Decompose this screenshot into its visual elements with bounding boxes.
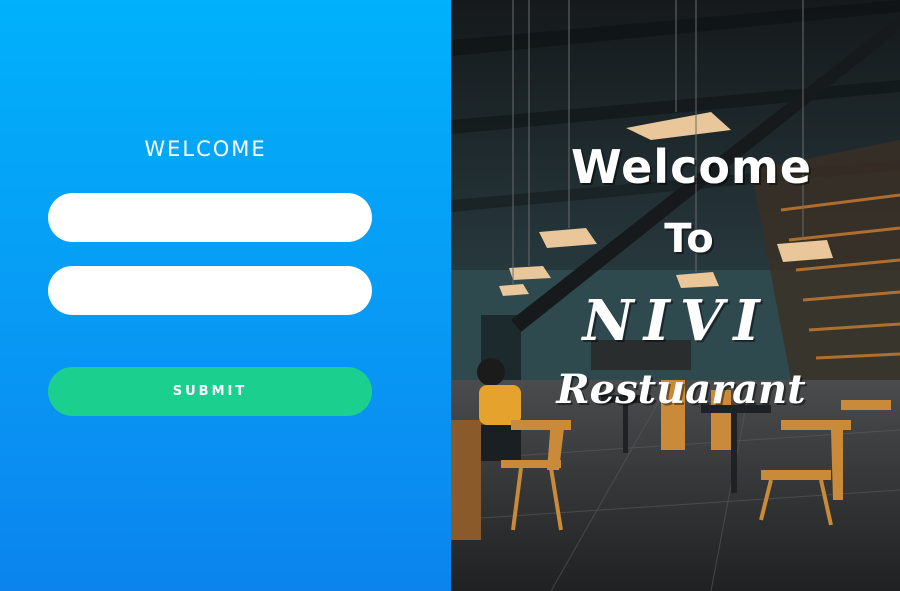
- login-title: WELCOME: [144, 137, 267, 161]
- login-panel: WELCOME SUBMIT: [0, 0, 451, 591]
- restaurant-photo: Welcome To NIVI Restuarant: [451, 0, 900, 591]
- headline-restuarant: Restuarant: [556, 366, 806, 413]
- headline-to: To: [664, 216, 714, 262]
- headline-restaurant-name: NIVI: [582, 288, 770, 354]
- submit-button[interactable]: SUBMIT: [48, 367, 372, 416]
- password-input[interactable]: [48, 266, 372, 315]
- username-input[interactable]: [48, 193, 372, 242]
- headline-welcome: Welcome: [571, 140, 813, 194]
- page-root: WELCOME SUBMIT Welcome To NIVI Restuaran…: [0, 0, 900, 591]
